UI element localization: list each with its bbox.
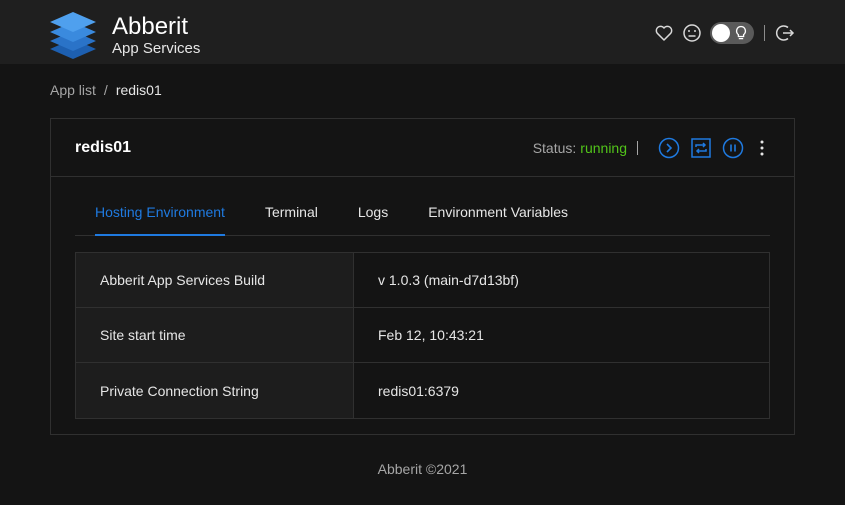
breadcrumb-current: redis01 xyxy=(115,82,162,98)
face-icon[interactable] xyxy=(682,23,702,43)
tab-logs[interactable]: Logs xyxy=(358,177,388,235)
breadcrumb: App list / redis01 xyxy=(50,82,162,98)
card-header: redis01 Status: running xyxy=(51,119,794,177)
table-row: Abberit App Services Build v 1.0.3 (main… xyxy=(76,253,769,308)
top-actions xyxy=(654,22,795,44)
more-options-icon[interactable] xyxy=(754,137,770,159)
lightbulb-icon xyxy=(735,25,747,40)
breadcrumb-separator: / xyxy=(103,82,108,98)
pause-icon[interactable] xyxy=(722,137,744,159)
heart-icon[interactable] xyxy=(654,23,674,43)
table-row: Site start time Feb 12, 10:43:21 xyxy=(76,308,769,363)
start-icon[interactable] xyxy=(658,137,680,159)
info-value: Feb 12, 10:43:21 xyxy=(378,327,484,343)
app-actions: Status: running xyxy=(533,136,770,160)
status-divider xyxy=(637,141,638,155)
hosting-info-table: Abberit App Services Build v 1.0.3 (main… xyxy=(75,252,770,419)
tab-bar: Hosting Environment Terminal Logs Enviro… xyxy=(75,177,770,236)
brand-subtitle: App Services xyxy=(112,39,201,57)
app-card: redis01 Status: running Hosting Environm… xyxy=(50,118,795,435)
toggle-knob xyxy=(712,24,730,42)
info-key: Private Connection String xyxy=(76,363,354,418)
tab-hosting-environment[interactable]: Hosting Environment xyxy=(95,177,225,236)
brand[interactable]: Abberit App Services xyxy=(48,9,200,59)
tab-environment-variables[interactable]: Environment Variables xyxy=(428,177,568,235)
tab-terminal[interactable]: Terminal xyxy=(265,177,318,235)
card-body: Hosting Environment Terminal Logs Enviro… xyxy=(51,177,794,419)
info-value: v 1.0.3 (main-d7d13bf) xyxy=(378,272,519,288)
app-title: redis01 xyxy=(75,138,132,156)
restart-icon[interactable] xyxy=(690,137,712,159)
header-divider xyxy=(764,25,765,41)
status-value: running xyxy=(580,140,627,156)
status-label: Status: xyxy=(532,140,577,156)
logout-icon[interactable] xyxy=(775,23,795,43)
layers-logo-icon xyxy=(50,12,96,59)
info-key: Abberit App Services Build xyxy=(76,253,354,307)
theme-toggle[interactable] xyxy=(710,22,754,44)
brand-name: Abberit xyxy=(112,12,189,40)
info-value: redis01:6379 xyxy=(378,382,459,399)
table-row: Private Connection String redis01:6379 xyxy=(76,363,769,418)
top-bar: Abberit App Services xyxy=(0,0,845,64)
info-key: Site start time xyxy=(76,308,354,362)
breadcrumb-app-list[interactable]: App list xyxy=(50,82,96,98)
footer: Abberit ©2021 xyxy=(377,461,468,477)
